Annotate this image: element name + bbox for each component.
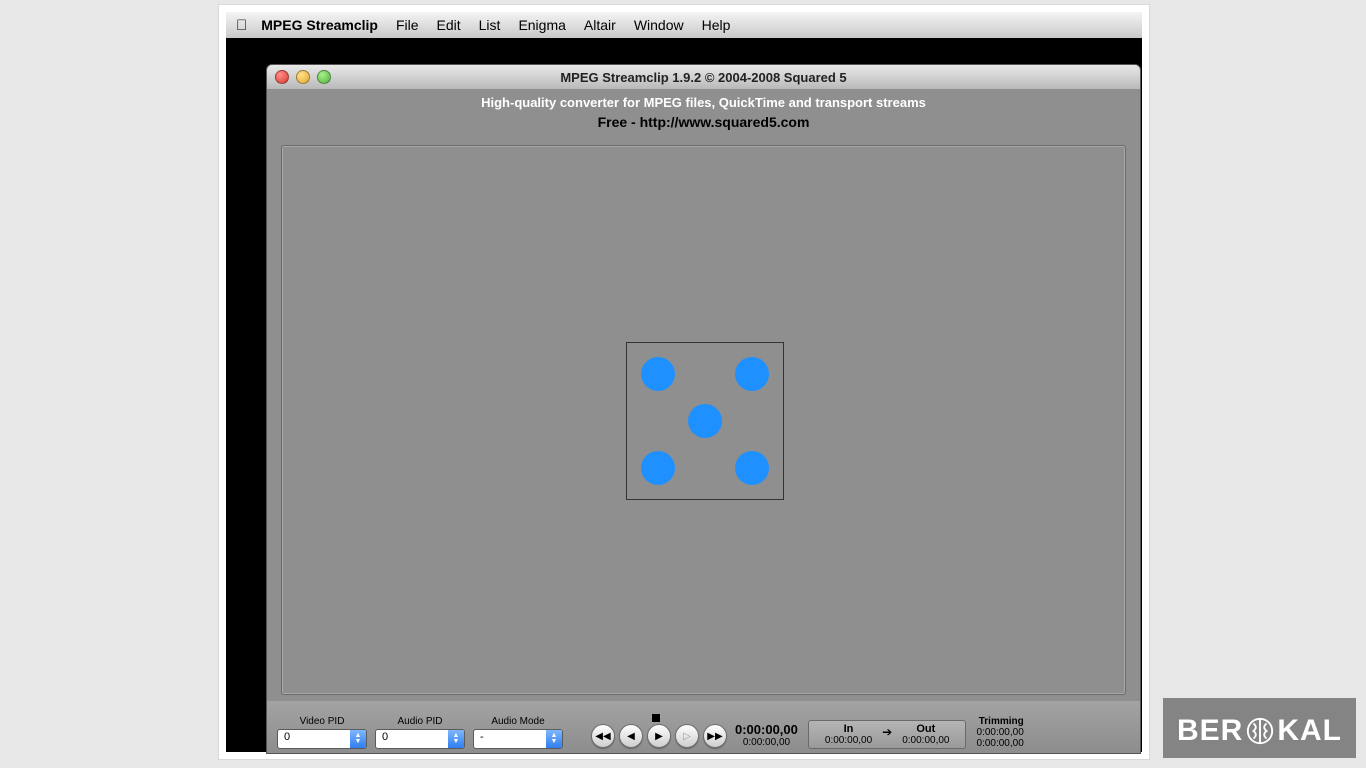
window-freeline: Free - http://www.squared5.com (267, 110, 1140, 130)
out-label: Out (916, 723, 935, 735)
menubar-window[interactable]: Window (634, 17, 684, 33)
audio-pid-combo[interactable]: 0 ▲▼ (375, 729, 465, 749)
mac-menubar:  MPEG Streamclip File Edit List Enigma … (226, 12, 1142, 38)
audio-mode-value: - (474, 730, 546, 748)
logo-dot-icon (688, 404, 722, 438)
in-label: In (844, 723, 854, 735)
trimming-value-2: 0:00:00,00 (976, 738, 1023, 749)
logo-dot-icon (641, 451, 675, 485)
out-value: 0:00:00,00 (902, 735, 949, 746)
logo-dot-icon (735, 451, 769, 485)
trimming-value-1: 0:00:00,00 (976, 727, 1023, 738)
fastforward-button[interactable]: ▶▶ (703, 724, 727, 748)
controls-bar: Video PID 0 ▲▼ Audio PID 0 ▲▼ Audio Mode (267, 701, 1140, 753)
trimming-label: Trimming (979, 716, 1024, 727)
menubar-file[interactable]: File (396, 17, 419, 33)
in-column[interactable]: In 0:00:00,00 (825, 723, 872, 746)
close-button[interactable] (275, 70, 289, 84)
prev-button[interactable]: ◀ (619, 724, 643, 748)
time-main: 0:00:00,00 (735, 722, 798, 737)
audio-mode-label: Audio Mode (491, 716, 544, 727)
logo-dot-icon (641, 357, 675, 391)
watermark-logo: BER KAL (1163, 698, 1356, 758)
play-button[interactable]: ▶ (647, 724, 671, 748)
stepper-arrows-icon[interactable]: ▲▼ (448, 730, 464, 748)
watermark-post: KAL (1277, 714, 1342, 748)
stepper-arrows-icon[interactable]: ▲▼ (350, 730, 366, 748)
video-viewport (281, 145, 1126, 695)
window-tagline: High-quality converter for MPEG files, Q… (267, 89, 1140, 110)
logo-dot-icon (735, 357, 769, 391)
out-column[interactable]: Out 0:00:00,00 (902, 723, 949, 746)
desktop-background:  MPEG Streamclip File Edit List Enigma … (226, 12, 1142, 752)
audio-mode-combo[interactable]: - ▲▼ (473, 729, 563, 749)
menubar-help[interactable]: Help (702, 17, 731, 33)
transport-controls: ◀◀ ◀ ▶ ▷ ▶▶ (591, 724, 727, 748)
menubar-altair[interactable]: Altair (584, 17, 616, 33)
time-display: 0:00:00,00 0:00:00,00 (735, 722, 798, 748)
in-out-panel: In 0:00:00,00 ➔ Out 0:00:00,00 (808, 720, 967, 749)
arrow-right-icon: ➔ (882, 723, 892, 739)
screenshot-stage:  MPEG Streamclip File Edit List Enigma … (218, 4, 1150, 760)
window-titlebar[interactable]: MPEG Streamclip 1.9.2 © 2004-2008 Square… (267, 65, 1140, 89)
traffic-lights (275, 70, 331, 84)
rewind-button[interactable]: ◀◀ (591, 724, 615, 748)
video-pid-control: Video PID 0 ▲▼ (277, 716, 367, 749)
step-button[interactable]: ▷ (675, 724, 699, 748)
in-value: 0:00:00,00 (825, 735, 872, 746)
menubar-list[interactable]: List (479, 17, 501, 33)
audio-mode-control: Audio Mode - ▲▼ (473, 716, 563, 749)
time-sub: 0:00:00,00 (743, 737, 790, 748)
window-title: MPEG Streamclip 1.9.2 © 2004-2008 Square… (560, 70, 846, 85)
video-pid-value: 0 (278, 730, 350, 748)
watermark-pre: BER (1177, 714, 1243, 748)
brain-icon (1245, 716, 1275, 746)
menubar-enigma[interactable]: Enigma (518, 17, 565, 33)
minimize-button[interactable] (296, 70, 310, 84)
trimming-panel: Trimming 0:00:00,00 0:00:00,00 (976, 716, 1023, 749)
video-pid-label: Video PID (300, 716, 345, 727)
audio-pid-value: 0 (376, 730, 448, 748)
menubar-app-name[interactable]: MPEG Streamclip (261, 17, 378, 33)
zoom-button[interactable] (317, 70, 331, 84)
apple-menu-icon[interactable]:  (236, 17, 247, 34)
stop-icon (652, 714, 660, 722)
app-window: MPEG Streamclip 1.9.2 © 2004-2008 Square… (266, 64, 1141, 754)
stepper-arrows-icon[interactable]: ▲▼ (546, 730, 562, 748)
menubar-edit[interactable]: Edit (437, 17, 461, 33)
audio-pid-control: Audio PID 0 ▲▼ (375, 716, 465, 749)
squared5-logo (626, 342, 784, 500)
audio-pid-label: Audio PID (397, 716, 442, 727)
video-pid-combo[interactable]: 0 ▲▼ (277, 729, 367, 749)
